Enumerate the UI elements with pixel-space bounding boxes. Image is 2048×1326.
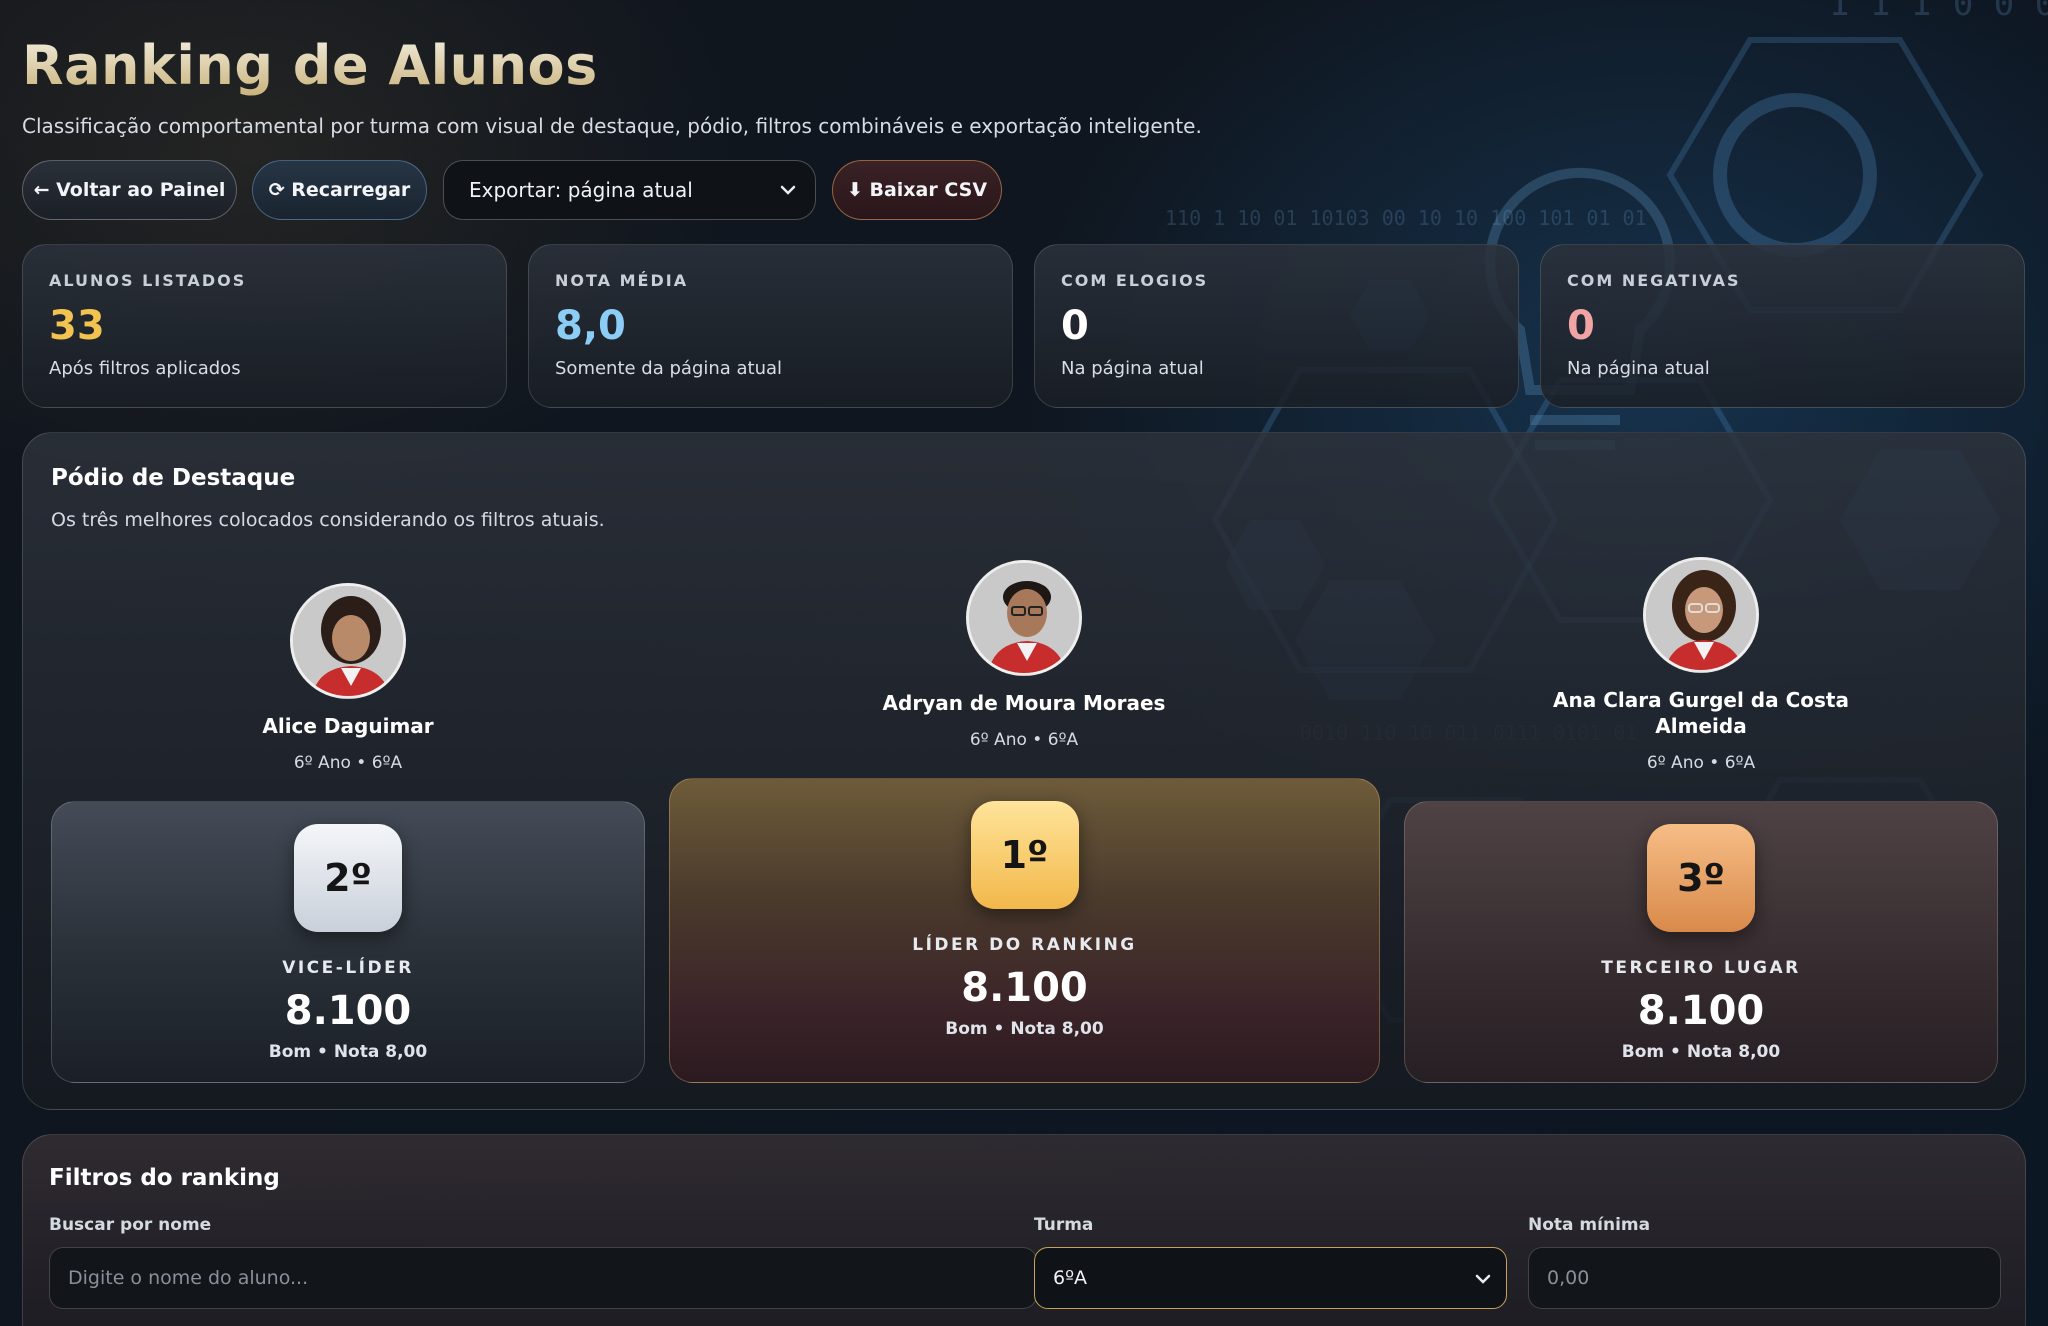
page-subtitle: Classificação comportamental por turma c… bbox=[22, 114, 1202, 138]
search-label: Buscar por nome bbox=[49, 1215, 212, 1235]
stats-row: ALUNOS LISTADOS 33 Após filtros aplicado… bbox=[22, 244, 2026, 408]
rank-grade: Bom • Nota 8,00 bbox=[945, 1019, 1104, 1039]
class-label: Turma bbox=[1034, 1215, 1094, 1235]
stat-card-with-praises: COM ELOGIOS 0 Na página atual bbox=[1034, 244, 1519, 408]
export-scope-value: Exportar: página atual bbox=[469, 178, 693, 202]
stat-note: Somente da página atual bbox=[555, 358, 783, 379]
filters-panel: Filtros do ranking Buscar por nome Digit… bbox=[22, 1134, 2026, 1326]
student-class: 6º Ano • 6ºA bbox=[293, 753, 403, 773]
rank-badge: 3º bbox=[1647, 824, 1755, 932]
podium-card-second: 2º VICE-LÍDER 8.100 Bom • Nota 8,00 bbox=[51, 801, 645, 1083]
chevron-down-icon bbox=[1475, 1274, 1491, 1284]
search-input[interactable]: Digite o nome do aluno... bbox=[49, 1247, 1037, 1309]
rank-grade: Bom • Nota 8,00 bbox=[268, 1042, 428, 1062]
stat-value: 0 bbox=[1061, 303, 1089, 349]
avatar bbox=[290, 583, 406, 699]
podium-panel: Pódio de Destaque Os três melhores coloc… bbox=[22, 432, 2026, 1110]
stat-note: Na página atual bbox=[1061, 358, 1204, 379]
student-name: Adryan de Moura Moraes bbox=[882, 691, 1166, 715]
page-title: Ranking de Alunos bbox=[22, 34, 598, 97]
class-select[interactable]: 6ºA bbox=[1034, 1247, 1507, 1309]
min-grade-label: Nota mínima bbox=[1528, 1215, 1651, 1235]
student-name: Alice Daguimar bbox=[262, 714, 434, 738]
rank-grade: Bom • Nota 8,00 bbox=[1621, 1042, 1781, 1062]
podium-third-student[interactable]: Ana Clara Gurgel da Costa Almeida 6º Ano… bbox=[1551, 557, 1851, 773]
search-placeholder: Digite o nome do aluno... bbox=[68, 1267, 309, 1289]
podium-subtitle: Os três melhores colocados considerando … bbox=[51, 509, 605, 531]
reload-button[interactable]: ⟳ Recarregar bbox=[252, 160, 427, 220]
chevron-down-icon bbox=[780, 185, 796, 195]
stat-value: 33 bbox=[49, 303, 105, 349]
download-csv-button[interactable]: ⬇ Baixar CSV bbox=[832, 160, 1002, 220]
rank-role: LÍDER DO RANKING bbox=[912, 935, 1137, 955]
rank-badge: 1º bbox=[970, 801, 1079, 909]
stat-note: Após filtros aplicados bbox=[49, 358, 241, 379]
podium-second-student[interactable]: Alice Daguimar 6º Ano • 6ºA bbox=[148, 583, 548, 773]
stat-label: NOTA MÉDIA bbox=[555, 271, 689, 290]
stat-label: COM NEGATIVAS bbox=[1567, 271, 1741, 290]
class-select-value: 6ºA bbox=[1053, 1267, 1088, 1289]
stat-card-students-listed: ALUNOS LISTADOS 33 Após filtros aplicado… bbox=[22, 244, 507, 408]
podium-card-third: 3º TERCEIRO LUGAR 8.100 Bom • Nota 8,00 bbox=[1404, 801, 1998, 1083]
student-class: 6º Ano • 6ºA bbox=[969, 730, 1079, 750]
min-grade-input[interactable]: 0,00 bbox=[1528, 1247, 2001, 1309]
rank-points: 8.100 bbox=[1637, 988, 1765, 1034]
rank-badge: 2º bbox=[294, 824, 402, 932]
rank-role: TERCEIRO LUGAR bbox=[1601, 958, 1801, 978]
student-name: Ana Clara Gurgel da Costa Almeida bbox=[1553, 688, 1849, 738]
min-grade-placeholder: 0,00 bbox=[1547, 1267, 1590, 1289]
back-to-dashboard-button[interactable]: ← Voltar ao Painel bbox=[22, 160, 237, 220]
podium-first-student[interactable]: Adryan de Moura Moraes 6º Ano • 6ºA bbox=[799, 560, 1249, 750]
stat-card-average-grade: NOTA MÉDIA 8,0 Somente da página atual bbox=[528, 244, 1013, 408]
toolbar: ← Voltar ao Painel ⟳ Recarregar Exportar… bbox=[22, 160, 1022, 220]
export-scope-select[interactable]: Exportar: página atual bbox=[443, 160, 816, 220]
svg-text:110 1 10 01 10103 00 10: 110 1 10 01 10103 00 10 10 100 101 01 01 bbox=[1165, 206, 1647, 230]
rank-points: 8.100 bbox=[284, 988, 412, 1034]
podium-card-first: 1º LÍDER DO RANKING 8.100 Bom • Nota 8,0… bbox=[669, 778, 1380, 1083]
stat-label: ALUNOS LISTADOS bbox=[49, 271, 247, 290]
stat-label: COM ELOGIOS bbox=[1061, 271, 1209, 290]
rank-role: VICE-LÍDER bbox=[282, 958, 414, 978]
stat-value: 0 bbox=[1567, 303, 1595, 349]
stat-note: Na página atual bbox=[1567, 358, 1710, 379]
svg-text:I I I 0 0 0 0: I I I 0 0 0 0 bbox=[1830, 0, 2048, 24]
rank-points: 8.100 bbox=[961, 965, 1088, 1011]
student-class: 6º Ano • 6ºA bbox=[1646, 753, 1756, 773]
podium-title: Pódio de Destaque bbox=[51, 465, 296, 491]
avatar bbox=[966, 560, 1082, 676]
avatar bbox=[1643, 557, 1759, 673]
stat-card-with-negatives: COM NEGATIVAS 0 Na página atual bbox=[1540, 244, 2025, 408]
stat-value: 8,0 bbox=[555, 303, 626, 349]
filters-title: Filtros do ranking bbox=[49, 1165, 280, 1191]
